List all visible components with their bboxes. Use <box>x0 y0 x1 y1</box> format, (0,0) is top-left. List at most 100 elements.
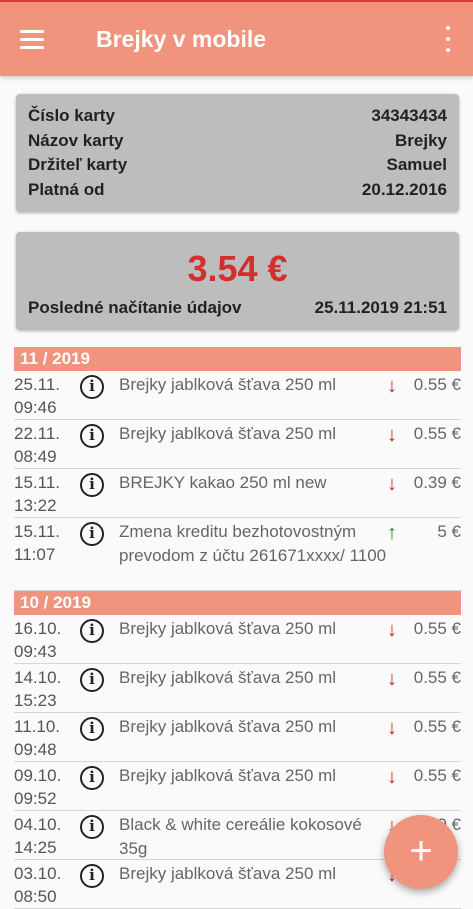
transaction-row[interactable]: 15.11. 13:22 i BREJKY kakao 250 ml new ↓ 0.39… <box>14 469 461 518</box>
add-button[interactable]: + <box>384 815 458 889</box>
info-icon[interactable]: i <box>80 717 104 741</box>
transaction-time: 09:46 <box>14 398 57 417</box>
info-icon[interactable]: i <box>80 522 104 546</box>
arrow-down-icon: ↓ <box>387 424 397 446</box>
card-name-label: Názov karty <box>28 130 124 150</box>
transaction-row[interactable]: 15.11. 11:07 i Zmena kreditu bezhotovostným… <box>14 518 461 591</box>
info-icon[interactable]: i <box>80 375 104 399</box>
balance-amount: 3.54 € <box>187 248 288 289</box>
transaction-row[interactable]: 09.10. 09:52 i Brejky jablková šťava 250 ml… <box>14 762 461 811</box>
transaction-description: Brejky jablková šťava 250 ml <box>119 668 337 687</box>
info-icon[interactable]: i <box>80 766 104 790</box>
transaction-description: Brejky jablková šťava 250 ml <box>119 619 337 638</box>
transaction-row[interactable]: 11.10. 09:48 i Brejky jablková šťava 250 ml… <box>14 713 461 762</box>
arrow-down-icon: ↓ <box>387 717 397 739</box>
transaction-date: 15.11. <box>14 522 61 541</box>
month-header: 11 / 2019 <box>14 347 461 371</box>
transaction-date: 09.10. <box>14 766 62 785</box>
transaction-amount: 0.55 € <box>413 717 461 736</box>
card-valid-from-row: Platná od 20.12.2016 <box>28 178 447 203</box>
transaction-datetime: 03.10. 08:50 <box>14 862 74 908</box>
card-valid-from-value: 20.12.2016 <box>361 179 447 199</box>
transaction-time: 09:48 <box>14 740 57 759</box>
card-holder-label: Držiteľ karty <box>28 155 128 174</box>
transaction-amount: 0.55 € <box>413 668 461 687</box>
transaction-description: Black & white cereálie kokosové 35g <box>119 815 362 858</box>
transaction-row[interactable]: 16.10. 09:43 i Brejky jablková šťava 250 ml… <box>14 615 461 664</box>
transaction-time: 14:25 <box>14 838 57 857</box>
arrow-down-icon: ↓ <box>387 375 397 397</box>
transaction-time: 09:52 <box>14 789 57 808</box>
transaction-description: Brejky jablková šťava 250 ml <box>119 717 337 736</box>
transaction-datetime: 16.10. 09:43 <box>14 617 74 663</box>
card-number-value: 34343434 <box>371 106 447 125</box>
card-name-row: Názov karty Brejky <box>28 129 447 154</box>
card-info-panel: Číslo karty 34343434 Názov karty Brejky … <box>16 94 459 212</box>
transaction-row[interactable]: 25.11. 09:46 i Brejky jablková šťava 250 ml… <box>14 371 461 420</box>
transaction-datetime: 11.10. 09:48 <box>14 715 74 761</box>
info-icon[interactable]: i <box>80 668 104 692</box>
info-icon[interactable]: i <box>80 473 104 497</box>
transaction-amount: 0.39 € <box>413 473 461 492</box>
transaction-datetime: 22.11. 08:49 <box>14 422 74 468</box>
transaction-time: 15:23 <box>14 691 57 710</box>
transaction-datetime: 15.11. 11:07 <box>14 520 74 566</box>
transaction-description: Brejky jablková šťava 250 ml <box>119 766 337 785</box>
last-read-value: 25.11.2019 21:51 <box>314 298 447 317</box>
transaction-date: 22.11. <box>14 424 61 443</box>
transaction-time: 08:49 <box>14 447 57 466</box>
transaction-date: 11.10. <box>14 717 61 736</box>
transaction-datetime: 09.10. 09:52 <box>14 764 74 810</box>
card-holder-value: Samuel <box>386 155 447 174</box>
transaction-date: 16.10. <box>14 619 62 638</box>
transaction-amount: 0.55 € <box>413 619 461 638</box>
info-icon[interactable]: i <box>80 619 104 643</box>
info-icon[interactable]: i <box>80 864 104 888</box>
last-read-row: Posledné načítanie údajov 25.11.2019 21:… <box>28 298 447 318</box>
transaction-date: 15.11. <box>14 473 61 492</box>
menu-icon[interactable] <box>20 22 54 56</box>
transaction-description: BREJKY kakao 250 ml new <box>119 473 327 492</box>
transaction-description: Zmena kreditu bezhotovostným prevodom z … <box>119 522 387 565</box>
transaction-list[interactable]: 11 / 2019 25.11. 09:46 i Brejky jablková šťa… <box>14 347 461 909</box>
transaction-time: 13:22 <box>14 496 57 515</box>
transaction-date: 03.10. <box>14 864 62 883</box>
transaction-datetime: 25.11. 09:46 <box>14 373 74 419</box>
transaction-datetime: 15.11. 13:22 <box>14 471 74 517</box>
transaction-time: 08:50 <box>14 887 57 906</box>
transaction-row[interactable]: 22.11. 08:49 i Brejky jablková šťava 250 ml… <box>14 420 461 469</box>
info-icon[interactable]: i <box>80 424 104 448</box>
card-holder-row: Držiteľ karty Samuel <box>28 153 447 178</box>
card-name-value: Brejky <box>395 130 447 150</box>
arrow-down-icon: ↓ <box>387 668 397 690</box>
app-bar: Brejky v mobile <box>0 2 473 76</box>
transaction-row[interactable]: 14.10. 15:23 i Brejky jablková šťava 250 ml… <box>14 664 461 713</box>
app-title: Brejky v mobile <box>96 26 267 52</box>
transaction-description: Brejky jablková šťava 250 ml <box>119 375 337 394</box>
transaction-description: Brejky jablková šťava 250 ml <box>119 864 337 883</box>
transaction-date: 14.10. <box>14 668 62 687</box>
arrow-down-icon: ↓ <box>387 766 397 788</box>
balance-panel: 3.54 € Posledné načítanie údajov 25.11.2… <box>16 232 459 330</box>
transaction-time: 09:43 <box>14 642 57 661</box>
info-icon[interactable]: i <box>80 815 104 839</box>
transaction-amount: 0.55 € <box>413 375 461 394</box>
transaction-amount: 0.55 € <box>413 766 461 785</box>
transaction-amount: 5 € <box>437 522 461 541</box>
month-header: 10 / 2019 <box>14 591 461 615</box>
plus-icon: + <box>409 829 433 873</box>
transaction-description: Brejky jablková šťava 250 ml <box>119 424 337 443</box>
arrow-down-icon: ↓ <box>387 619 397 641</box>
transaction-datetime: 14.10. 15:23 <box>14 666 74 712</box>
card-number-label: Číslo karty <box>28 106 115 125</box>
last-read-label: Posledné načítanie údajov <box>28 298 242 317</box>
transaction-date: 25.11. <box>14 375 61 394</box>
card-number-row: Číslo karty 34343434 <box>28 104 447 129</box>
transaction-amount: 0.55 € <box>413 424 461 443</box>
transaction-date: 04.10. <box>14 815 62 834</box>
more-options-icon[interactable] <box>443 26 453 52</box>
arrow-up-icon: ↑ <box>387 522 397 544</box>
arrow-down-icon: ↓ <box>387 473 397 495</box>
transaction-datetime: 04.10. 14:25 <box>14 813 74 859</box>
transaction-time: 11:07 <box>14 545 56 564</box>
